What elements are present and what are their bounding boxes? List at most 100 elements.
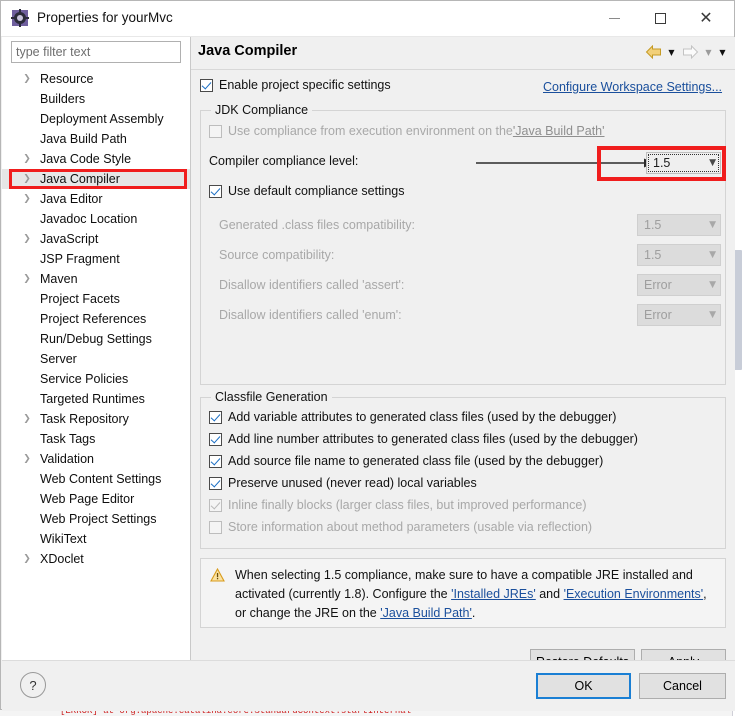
cancel-button[interactable]: Cancel (639, 673, 726, 699)
sidebar-item-label: Project References (40, 312, 147, 326)
sidebar-item-xdoclet[interactable]: ❯ XDoclet (2, 549, 190, 569)
warning-line2-prefix: activated (currently 1.8). Configure the (235, 587, 452, 601)
compiler-compliance-level-combobox[interactable]: 1.5 ▼ (646, 152, 721, 174)
sidebar-item-label: Run/Debug Settings (40, 332, 152, 346)
sidebar-item-resource[interactable]: ❯ Resource (2, 69, 190, 89)
sidebar-item-web-page-editor[interactable]: Web Page Editor (2, 489, 190, 509)
close-icon: ✕ (699, 8, 713, 27)
warning-line2-suffix: , (703, 587, 707, 601)
sidebar-item-deployment-assembly[interactable]: Deployment Assembly (2, 109, 190, 129)
chevron-right-icon[interactable]: ❯ (21, 229, 33, 249)
compliance-row-combobox: Error ▼ (637, 304, 721, 326)
sidebar-item-label: Task Repository (40, 412, 129, 426)
sidebar-item-builders[interactable]: Builders (2, 89, 190, 109)
chevron-right-icon[interactable]: ❯ (21, 449, 33, 469)
compliance-row-label: Source compatibility: (219, 248, 335, 262)
close-button[interactable]: ✕ (683, 1, 729, 35)
compliance-row-combobox: Error ▼ (637, 274, 721, 296)
sidebar-item-label: Server (40, 352, 77, 366)
classfile-option-checkbox[interactable]: Preserve unused (never read) local varia… (209, 476, 477, 490)
sidebar-item-web-project-settings[interactable]: Web Project Settings (2, 509, 190, 529)
checkbox-box (209, 454, 222, 468)
sidebar-item-targeted-runtimes[interactable]: Targeted Runtimes (2, 389, 190, 409)
execution-environments-link[interactable]: 'Execution Environments' (564, 587, 704, 601)
compliance-row-value: Error (644, 308, 672, 322)
sidebar-item-project-references[interactable]: Project References (2, 309, 190, 329)
sidebar-item-project-facets[interactable]: Project Facets (2, 289, 190, 309)
dialog-titlebar: Properties for yourMvc ✕ (1, 1, 734, 37)
chevron-right-icon[interactable]: ❯ (21, 549, 33, 569)
ok-button[interactable]: OK (536, 673, 631, 699)
forward-arrow-icon[interactable] (679, 41, 701, 63)
classfile-option-checkbox[interactable]: Add line number attributes to generated … (209, 432, 638, 446)
classfile-option-label: Preserve unused (never read) local varia… (228, 476, 477, 490)
settings-sidebar: ❯ Resource Builders Deployment Assembly Java… (2, 37, 191, 660)
checkbox-box (209, 498, 222, 512)
settings-content-pane: Java Compiler ▼ ▼ ▼ Enable project speci… (191, 37, 735, 675)
enable-project-specific-settings-checkbox[interactable]: Enable project specific settings (200, 78, 391, 92)
maximize-button[interactable] (637, 1, 683, 35)
sidebar-item-javascript[interactable]: ❯ JavaScript (2, 229, 190, 249)
chevron-down-icon: ▼ (709, 250, 716, 260)
sidebar-item-label: JavaScript (40, 232, 99, 246)
sidebar-item-jsp-fragment[interactable]: JSP Fragment (2, 249, 190, 269)
classfile-option-checkbox[interactable]: Add source file name to generated class … (209, 454, 603, 468)
minimize-icon (608, 17, 620, 19)
chevron-right-icon[interactable]: ❯ (21, 149, 33, 169)
minimize-button[interactable] (591, 1, 637, 35)
chevron-right-icon[interactable]: ❯ (21, 69, 33, 89)
cancel-label: Cancel (663, 679, 702, 693)
warning-triangle-icon (210, 567, 225, 582)
use-execution-environment-label: Use compliance from execution environmen… (228, 124, 513, 138)
configure-workspace-settings-link[interactable]: Configure Workspace Settings... (543, 80, 722, 94)
compliance-row-value: Error (644, 278, 672, 292)
sidebar-item-label: Java Code Style (40, 152, 132, 166)
sidebar-item-java-compiler[interactable]: ❯ Java Compiler (2, 169, 190, 189)
classfile-option-label: Add line number attributes to generated … (228, 432, 638, 446)
use-default-compliance-settings-checkbox[interactable]: Use default compliance settings (209, 184, 404, 198)
chevron-right-icon[interactable]: ❯ (21, 189, 33, 209)
help-button[interactable]: ? (20, 672, 46, 698)
checkbox-box (209, 184, 222, 198)
sidebar-item-run-debug-settings[interactable]: Run/Debug Settings (2, 329, 190, 349)
java-build-path-link[interactable]: 'Java Build Path' (380, 606, 472, 620)
sidebar-item-javadoc-location[interactable]: Javadoc Location (2, 209, 190, 229)
back-history-chevron-down-icon[interactable]: ▼ (665, 41, 678, 63)
sidebar-item-label: Java Compiler (40, 172, 120, 186)
forward-history-chevron-down-icon[interactable]: ▼ (702, 41, 715, 63)
sidebar-item-label: Targeted Runtimes (40, 392, 145, 406)
sidebar-item-maven[interactable]: ❯ Maven (2, 269, 190, 289)
chevron-down-icon: ▼ (709, 220, 716, 230)
properties-dialog: Properties for yourMvc ✕ ❯ Resource Builde… (0, 0, 735, 711)
classfile-option-label: Add variable attributes to generated cla… (228, 410, 617, 424)
checkbox-box (209, 520, 222, 534)
sidebar-item-java-editor[interactable]: ❯ Java Editor (2, 189, 190, 209)
sidebar-item-task-tags[interactable]: Task Tags (2, 429, 190, 449)
sidebar-item-java-code-style[interactable]: ❯ Java Code Style (2, 149, 190, 169)
back-arrow-icon[interactable] (642, 41, 664, 63)
chevron-right-icon[interactable]: ❯ (21, 269, 33, 289)
sidebar-item-server[interactable]: Server (2, 349, 190, 369)
page-menu-chevron-down-icon[interactable]: ▼ (716, 41, 729, 63)
sidebar-item-web-content-settings[interactable]: Web Content Settings (2, 469, 190, 489)
sidebar-item-task-repository[interactable]: ❯ Task Repository (2, 409, 190, 429)
enable-project-specific-settings-label: Enable project specific settings (219, 78, 391, 92)
sidebar-item-service-policies[interactable]: Service Policies (2, 369, 190, 389)
compliance-row-combobox: 1.5 ▼ (637, 244, 721, 266)
sidebar-item-wikitext[interactable]: WikiText (2, 529, 190, 549)
classfile-option-checkbox[interactable]: Add variable attributes to generated cla… (209, 410, 616, 424)
sidebar-item-validation[interactable]: ❯ Validation (2, 449, 190, 469)
content-header: Java Compiler ▼ ▼ ▼ (191, 37, 735, 70)
sidebar-item-label: Java Build Path (40, 132, 127, 146)
filter-input[interactable] (11, 41, 181, 63)
checkbox-box (200, 78, 213, 92)
sidebar-item-label: XDoclet (40, 552, 84, 566)
sidebar-item-java-build-path[interactable]: Java Build Path (2, 129, 190, 149)
compliance-row-value: 1.5 (644, 248, 662, 262)
sidebar-item-label: Validation (40, 452, 94, 466)
chevron-right-icon[interactable]: ❯ (21, 169, 33, 189)
chevron-right-icon[interactable]: ❯ (21, 409, 33, 429)
installed-jres-link[interactable]: 'Installed JREs' (451, 587, 536, 601)
sidebar-item-label: Web Page Editor (40, 492, 135, 506)
use-execution-environment-checkbox[interactable]: Use compliance from execution environmen… (209, 124, 605, 138)
